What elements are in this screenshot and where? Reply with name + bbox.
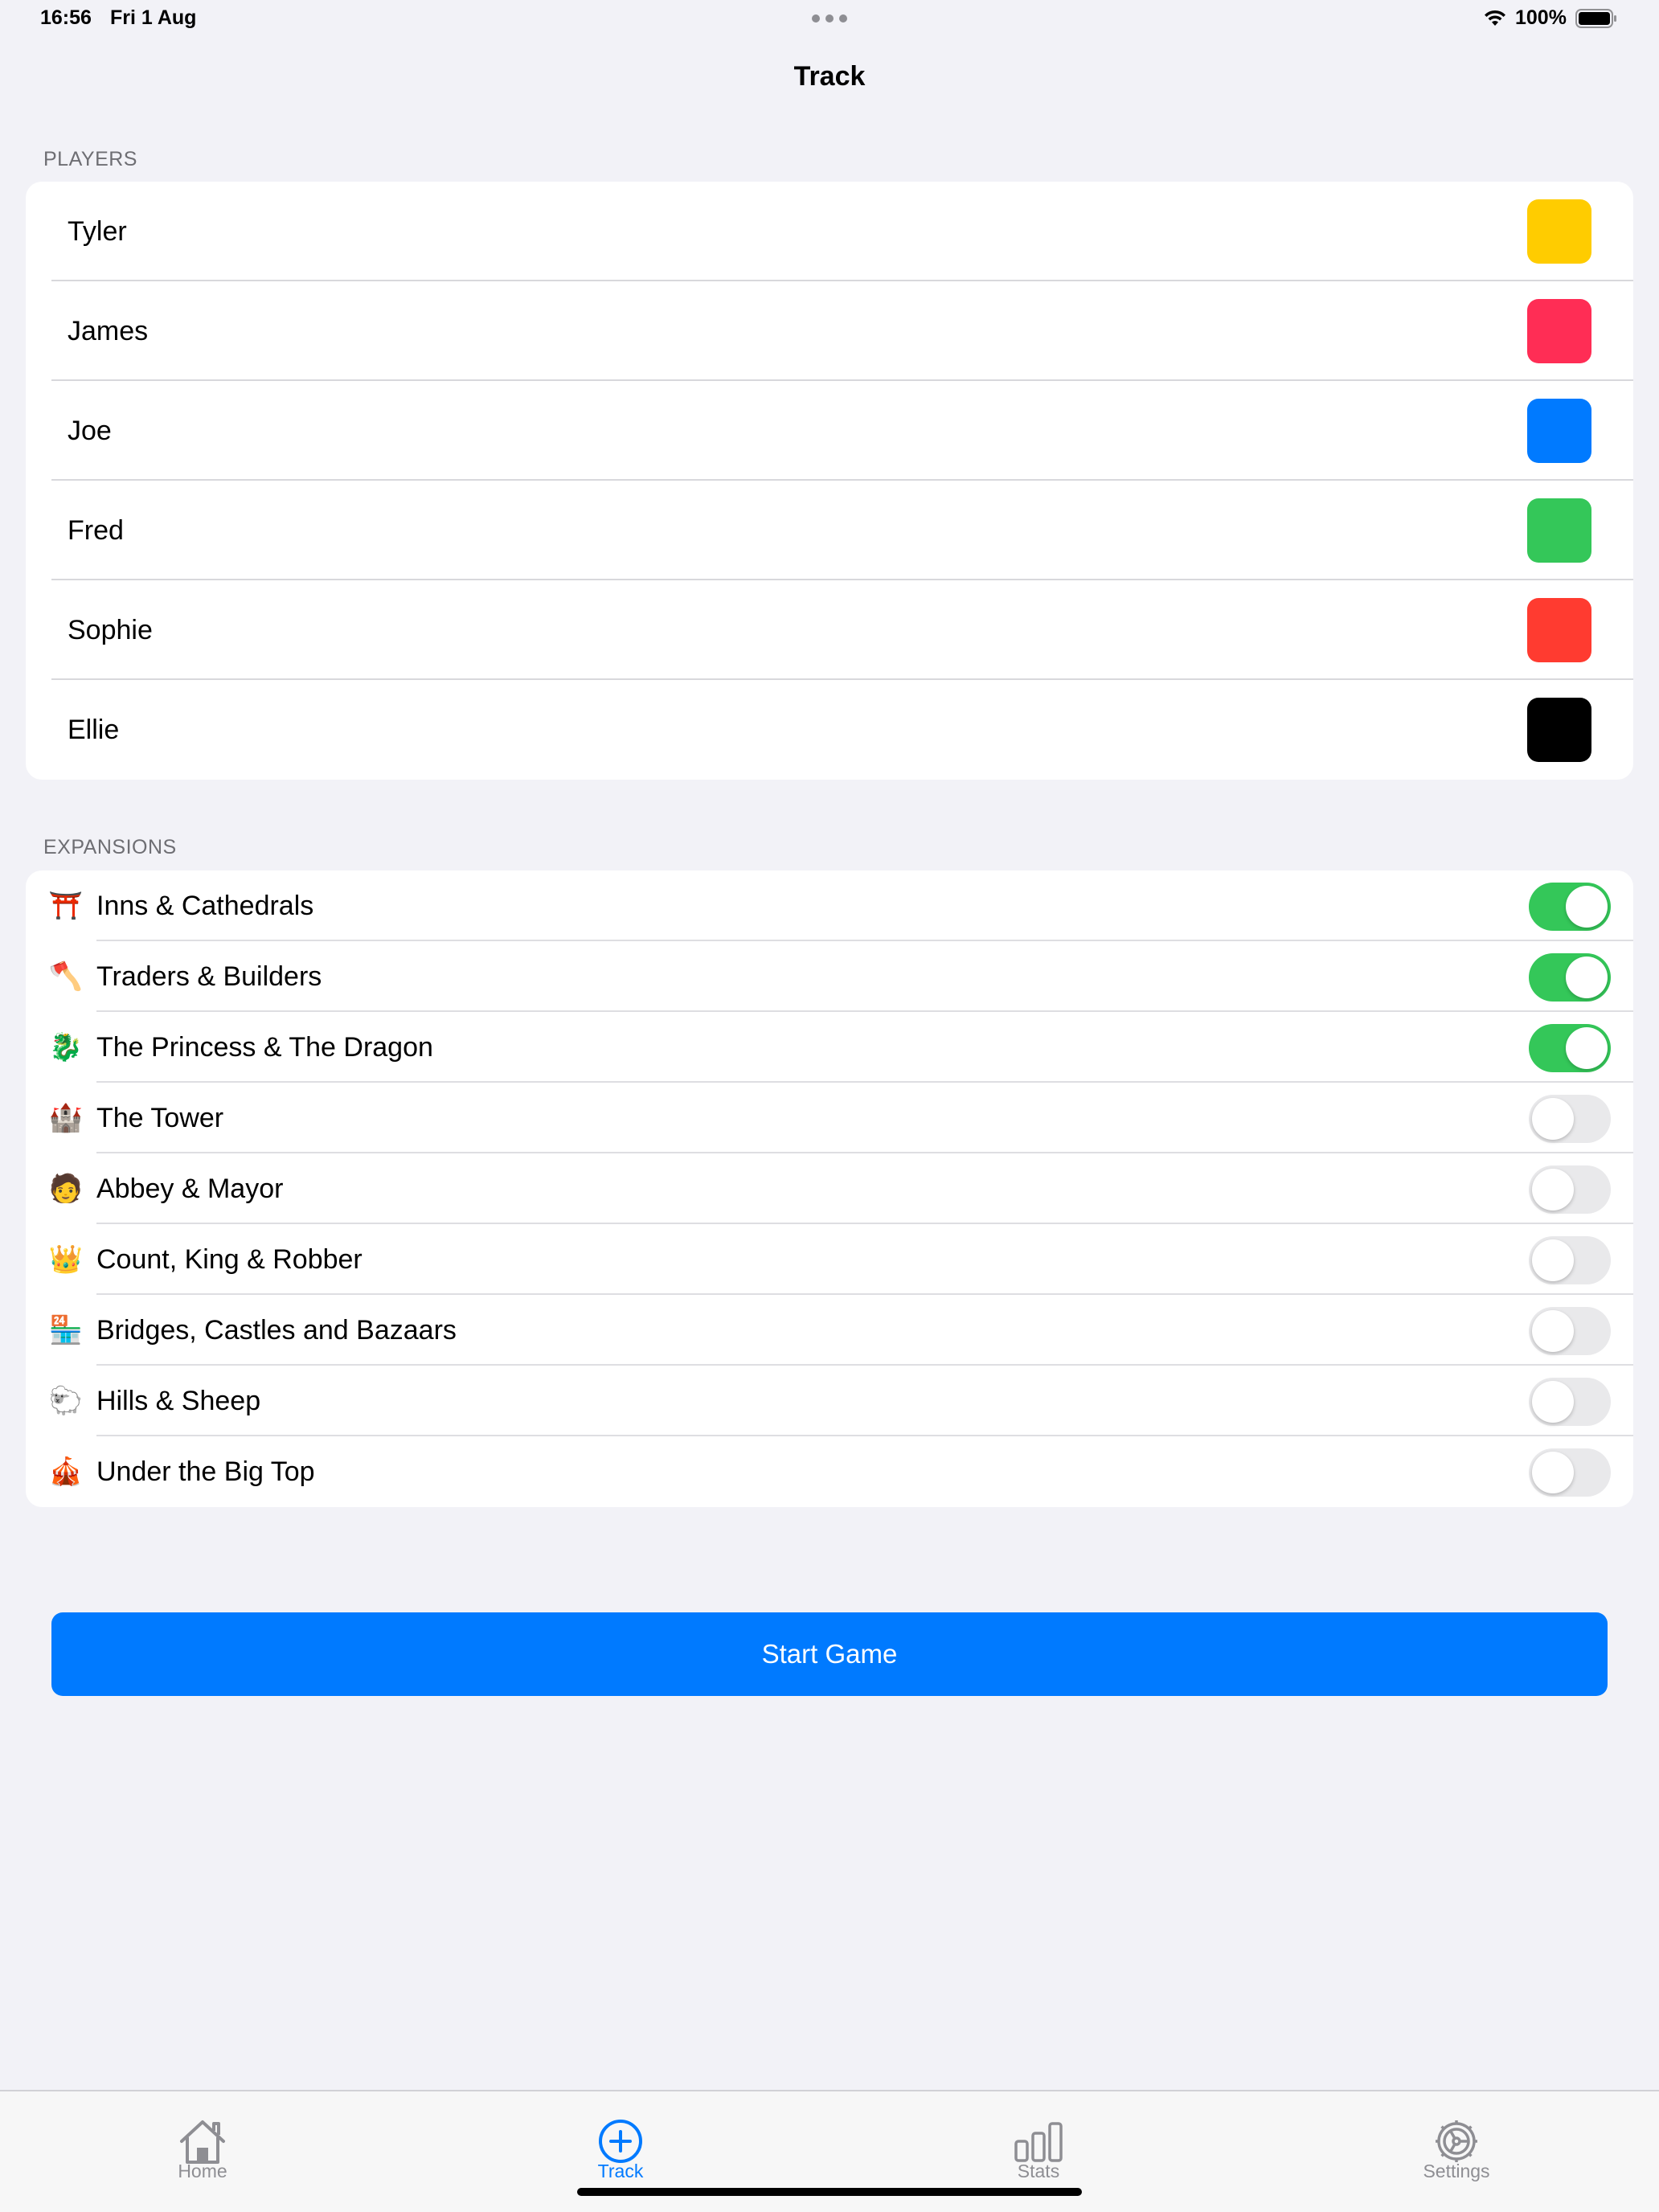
gear-icon [1436,2120,1477,2162]
player-name: Sophie [68,615,153,645]
tab-track[interactable]: Track [524,2091,717,2188]
tab-settings-label: Settings [1423,2161,1490,2181]
bar-chart-icon [1014,2122,1063,2162]
player-row[interactable]: Sophie [26,580,1633,680]
expansion-emoji-icon: 🪓 [48,961,84,992]
expansions-section-header: EXPANSIONS [43,836,177,858]
status-bar: 16:56 Fri 1 Aug 100% [0,0,1659,40]
expansion-toggle[interactable] [1529,883,1611,931]
plus-circle-icon [599,2120,642,2163]
expansion-name: Under the Big Top [96,1456,315,1487]
player-color-swatch[interactable] [1527,199,1591,264]
player-row[interactable]: Joe [26,381,1633,481]
player-color-swatch[interactable] [1527,698,1591,762]
expansion-row[interactable]: 🐑 Hills & Sheep [26,1366,1633,1436]
expansion-toggle[interactable] [1529,1236,1611,1284]
multitasking-dots-icon[interactable] [812,14,847,23]
expansion-toggle[interactable] [1529,1024,1611,1072]
expansion-name: Count, King & Robber [96,1244,363,1275]
expansion-name: Inns & Cathedrals [96,891,314,921]
player-name: James [68,316,149,346]
tab-home-label: Home [178,2161,227,2181]
expansion-emoji-icon: 🎪 [48,1456,84,1487]
player-name: Joe [68,416,112,446]
expansion-toggle[interactable] [1529,953,1611,1002]
page-title: Track [793,61,866,92]
expansion-toggle[interactable] [1529,1448,1611,1497]
expansion-emoji-icon: 🧑 [48,1174,84,1204]
expansion-name: Hills & Sheep [96,1386,261,1416]
house-icon [180,2120,225,2164]
expansion-row[interactable]: 🧑 Abbey & Mayor [26,1153,1633,1224]
status-time: 16:56 [40,6,92,29]
expansion-emoji-icon: 🐑 [48,1386,84,1416]
expansion-name: The Tower [96,1103,224,1133]
expansion-row[interactable]: 👑 Count, King & Robber [26,1224,1633,1295]
tab-stats[interactable]: Stats [942,2091,1135,2188]
expansion-toggle[interactable] [1529,1095,1611,1143]
tab-settings[interactable]: Settings [1360,2091,1553,2188]
player-color-swatch[interactable] [1527,399,1591,463]
expansion-emoji-icon: ⛩️ [48,891,84,921]
player-name: Fred [68,515,124,546]
expansion-row[interactable]: 🐉 The Princess & The Dragon [26,1012,1633,1083]
player-color-swatch[interactable] [1527,598,1591,662]
player-color-swatch[interactable] [1527,498,1591,563]
battery-percent: 100% [1515,6,1567,29]
player-row[interactable]: James [26,281,1633,381]
player-row[interactable]: Fred [26,481,1633,580]
toggle-knob [1532,1381,1574,1423]
tab-track-label: Track [597,2161,644,2181]
player-row[interactable]: Ellie [26,680,1633,780]
expansion-row[interactable]: 🎪 Under the Big Top [26,1436,1633,1507]
expansion-emoji-icon: 🐉 [48,1032,84,1063]
player-color-swatch[interactable] [1527,299,1591,363]
toggle-knob [1566,886,1608,928]
toggle-knob [1566,1027,1608,1069]
player-name: Tyler [68,216,127,247]
wifi-icon [1485,10,1505,26]
home-indicator[interactable] [577,2188,1082,2196]
players-list: Tyler James Joe Fred Sophie Ellie [26,182,1633,780]
expansions-list: ⛩️ Inns & Cathedrals 🪓 Traders & Builders 🐉 T… [26,870,1633,1507]
expansion-name: Traders & Builders [96,961,322,992]
player-name: Ellie [68,715,120,745]
expansion-row[interactable]: 🏰 The Tower [26,1083,1633,1153]
players-section-header: PLAYERS [43,148,137,170]
expansion-name: The Princess & The Dragon [96,1032,433,1063]
expansion-toggle[interactable] [1529,1307,1611,1355]
toggle-knob [1532,1098,1574,1140]
expansion-toggle[interactable] [1529,1378,1611,1426]
expansion-row[interactable]: 🪓 Traders & Builders [26,941,1633,1012]
expansion-name: Bridges, Castles and Bazaars [96,1315,457,1346]
expansion-name: Abbey & Mayor [96,1174,284,1204]
track-screen: 16:56 Fri 1 Aug 100% Track PLAYERS Tyler… [0,0,1659,2212]
toggle-knob [1532,1310,1574,1352]
expansion-row[interactable]: 🏪 Bridges, Castles and Bazaars [26,1295,1633,1366]
start-game-button[interactable]: Start Game [51,1612,1608,1696]
toggle-knob [1532,1169,1574,1210]
tab-stats-label: Stats [1017,2161,1060,2181]
toggle-knob [1566,956,1608,998]
expansion-emoji-icon: 🏰 [48,1103,84,1133]
toggle-knob [1532,1452,1574,1493]
status-date: Fri 1 Aug [110,6,197,29]
toggle-knob [1532,1239,1574,1281]
battery-icon [1575,9,1616,28]
expansion-row[interactable]: ⛩️ Inns & Cathedrals [26,870,1633,941]
expansion-toggle[interactable] [1529,1165,1611,1214]
tab-home[interactable]: Home [106,2091,299,2188]
expansion-emoji-icon: 👑 [48,1244,84,1275]
expansion-emoji-icon: 🏪 [48,1315,84,1346]
player-row[interactable]: Tyler [26,182,1633,281]
